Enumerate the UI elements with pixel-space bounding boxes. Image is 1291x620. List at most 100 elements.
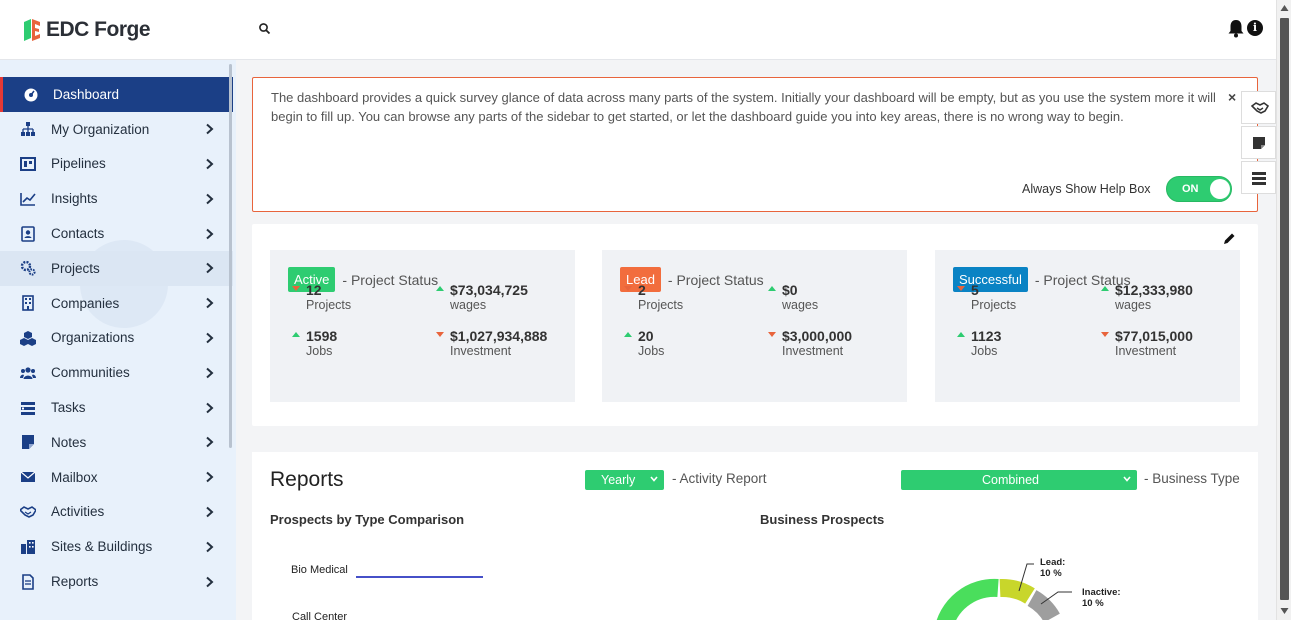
- status-panel-title: - Project Status: [667, 271, 764, 288]
- list-tool-button[interactable]: [1241, 161, 1276, 194]
- gears-icon: [20, 261, 36, 276]
- sidebar-item-pipelines[interactable]: Pipelines: [0, 147, 233, 182]
- tasks-icon: [21, 401, 35, 415]
- help-close-button[interactable]: ×: [1228, 89, 1236, 105]
- app-logo[interactable]: EDC Forge: [22, 18, 151, 42]
- trend-down-icon: [957, 286, 965, 291]
- search-icon[interactable]: [258, 22, 272, 36]
- users-icon: [20, 367, 36, 379]
- list-icon: [1252, 172, 1266, 185]
- trend-down-icon: [292, 286, 300, 291]
- status-panel-successful: Successful - Project Status 5 Projects $12,3…: [935, 250, 1240, 402]
- sidebar-scrollbar[interactable]: [229, 64, 232, 448]
- metric-value: 12: [306, 282, 322, 298]
- help-toggle[interactable]: ON: [1166, 176, 1232, 202]
- donut-segment-lead: [999, 578, 1035, 604]
- sidebar-item-mailbox[interactable]: Mailbox: [0, 460, 233, 495]
- sidebar-item-label: Projects: [51, 260, 100, 276]
- sidebar-item-label: Notes: [51, 434, 87, 450]
- sidebar-nav: Dashboard My Organization Pipelines Insight…: [0, 77, 233, 599]
- info-icon[interactable]: i: [1247, 20, 1263, 36]
- building-icon: [22, 295, 34, 311]
- donut-segment-inactive: [1027, 590, 1060, 620]
- project-status-card: Active - Project Status 12 Projects $73,034,…: [252, 224, 1258, 426]
- scroll-thumb[interactable]: [1280, 18, 1289, 600]
- metric-value: 5: [971, 282, 979, 298]
- chevron-right-icon: [206, 158, 214, 170]
- bell-icon[interactable]: [1227, 19, 1245, 38]
- sidebar-item-sites-buildings[interactable]: Sites & Buildings: [0, 529, 233, 564]
- handshake-tool-button[interactable]: [1241, 91, 1276, 124]
- right-chart-title: Business Prospects: [760, 512, 885, 527]
- metric-label: Jobs: [638, 344, 665, 358]
- metric-label: Projects: [638, 298, 684, 312]
- sidebar-item-label: Dashboard: [53, 86, 120, 102]
- left-chart-title: Prospects by Type Comparison: [270, 512, 465, 527]
- report-file-icon: [22, 573, 34, 590]
- sidebar-item-notes[interactable]: Notes: [0, 425, 233, 460]
- metric-value: 20: [638, 328, 654, 344]
- bar-label: Bio Medical: [291, 564, 348, 576]
- sidebar-item-my-organization[interactable]: My Organization: [0, 112, 233, 147]
- cubes-icon: [20, 330, 36, 346]
- sidebar-item-label: Mailbox: [51, 469, 98, 485]
- metric-value: $3,000,000: [782, 328, 853, 344]
- sidebar-item-tasks[interactable]: Tasks: [0, 390, 233, 425]
- metric-label: wages: [782, 298, 819, 312]
- status-panel-lead: Lead - Project Status 2 Projects $0 wages 20 Jo…: [602, 250, 907, 402]
- trend-up-icon: [624, 332, 632, 337]
- period-select[interactable]: Yearly: [585, 470, 664, 490]
- chevron-right-icon: [206, 332, 214, 344]
- chevron-down-icon: [650, 476, 658, 482]
- sidebar-item-projects[interactable]: Projects: [0, 250, 233, 286]
- business-type-select[interactable]: Combined: [901, 470, 1137, 490]
- trend-up-icon: [1101, 286, 1109, 291]
- scroll-down-arrow-icon[interactable]: [1280, 607, 1289, 615]
- sidebar-item-label: Pipelines: [51, 156, 106, 172]
- page-scrollbar[interactable]: [1276, 0, 1291, 620]
- trend-up-icon: [957, 332, 965, 337]
- sidebar-item-reports[interactable]: Reports: [0, 564, 233, 599]
- handshake-icon: [1251, 102, 1269, 114]
- chevron-right-icon: [206, 402, 214, 413]
- metric-value: $77,015,000: [1115, 328, 1193, 344]
- sidebar-item-label: Communities: [51, 365, 130, 381]
- reports-title: Reports: [270, 468, 344, 491]
- chevron-right-icon: [206, 228, 214, 239]
- pencil-icon[interactable]: [1223, 232, 1236, 245]
- chevron-right-icon: [206, 193, 214, 205]
- sidebar-item-communities[interactable]: Communities: [0, 355, 233, 390]
- sidebar-item-label: Reports: [51, 574, 99, 590]
- sidebar-item-label: Companies: [51, 295, 120, 311]
- metric-value: $1,027,934,888: [450, 328, 548, 344]
- scroll-up-arrow-icon[interactable]: [1280, 4, 1289, 12]
- chevron-right-icon: [206, 123, 214, 135]
- metric-label: Investment: [1115, 344, 1177, 358]
- trend-down-icon: [436, 332, 444, 337]
- help-toggle-label: Always Show Help Box: [1022, 182, 1151, 196]
- metric-label: Jobs: [971, 344, 998, 358]
- dashboard-icon: [24, 88, 38, 102]
- sticky-note-tool-button[interactable]: [1241, 126, 1276, 159]
- help-box: The dashboard provides a quick survey gl…: [252, 77, 1258, 212]
- trend-down-icon: [1101, 332, 1109, 337]
- sidebar-item-dashboard[interactable]: Dashboard: [0, 77, 233, 112]
- app-name: EDC Forge: [46, 18, 151, 41]
- org-chart-icon: [21, 122, 35, 137]
- sidebar-item-label: Organizations: [51, 330, 135, 346]
- metric-label: Investment: [782, 344, 844, 358]
- sidebar-item-contacts[interactable]: Contacts: [0, 216, 233, 251]
- contact-card-icon: [21, 225, 35, 242]
- envelope-icon: [20, 471, 36, 483]
- chevron-right-icon: [206, 367, 214, 379]
- status-panel-title: - Project Status: [342, 271, 439, 288]
- sidebar-item-companies[interactable]: Companies: [0, 286, 233, 321]
- top-bar: EDC Forge i: [0, 0, 1276, 60]
- sidebar-item-activities[interactable]: Activities: [0, 495, 233, 530]
- pipeline-board-icon: [20, 156, 36, 171]
- period-select-value: Yearly: [601, 473, 636, 487]
- business-type-value: Combined: [982, 473, 1039, 487]
- sidebar-item-insights[interactable]: Insights: [0, 181, 233, 216]
- metric-label: Investment: [450, 344, 512, 358]
- sidebar-item-organizations[interactable]: Organizations: [0, 321, 233, 356]
